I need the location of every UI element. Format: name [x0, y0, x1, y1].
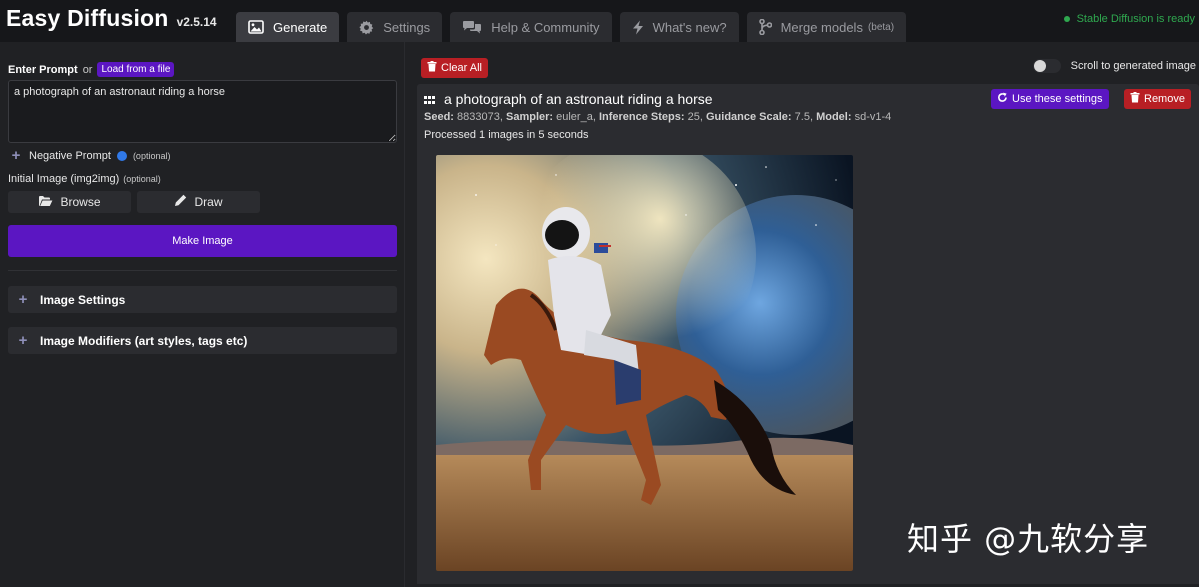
results-panel: Clear All Scroll to generated image a ph… — [406, 42, 1199, 587]
brand: Easy Diffusion v2.5.14 — [6, 5, 217, 32]
guidance-value: 7.5 — [794, 111, 810, 123]
sampler-label: Sampler: — [505, 111, 554, 123]
scroll-toggle[interactable] — [1032, 59, 1061, 73]
tab-bar: Generate Settings Help & Community What'… — [236, 12, 907, 42]
bolt-icon — [632, 20, 644, 35]
use-these-settings-button[interactable]: Use these settings — [991, 89, 1109, 109]
plus-icon: + — [18, 331, 28, 349]
result-card: a photograph of an astronaut riding a ho… — [417, 84, 1199, 584]
image-settings-label: Image Settings — [40, 292, 126, 307]
remove-button[interactable]: Remove — [1124, 89, 1191, 109]
browse-button[interactable]: Browse — [8, 191, 131, 213]
tab-label: Generate — [273, 19, 328, 35]
tab-label: What's new? — [652, 19, 727, 35]
steps-label: Inference Steps: — [598, 111, 685, 123]
seed-label: Seed: — [424, 111, 454, 123]
negative-prompt-toggle[interactable]: + Negative Prompt (optional) — [9, 147, 171, 164]
initial-image-buttons: Browse Draw — [8, 191, 260, 213]
clear-all-button[interactable]: Clear All — [421, 58, 488, 78]
redo-icon — [997, 92, 1008, 106]
optional-tag: (optional) — [123, 174, 161, 184]
divider — [8, 270, 397, 271]
tab-whats-new[interactable]: What's new? — [619, 12, 739, 42]
tab-settings[interactable]: Settings — [347, 12, 443, 42]
folder-open-icon — [38, 195, 53, 210]
draw-label: Draw — [194, 195, 223, 209]
initial-image-label: Initial Image (img2img) — [8, 173, 120, 185]
plus-icon: + — [18, 290, 28, 308]
status-text: Stable Diffusion is ready — [1076, 13, 1195, 25]
info-icon[interactable] — [116, 151, 127, 161]
tab-label: Merge models — [780, 19, 863, 35]
remove-label: Remove — [1144, 93, 1185, 105]
trash-icon — [427, 61, 437, 75]
image-modifiers-section[interactable]: + Image Modifiers (art styles, tags etc) — [8, 327, 397, 354]
pencil-icon — [174, 194, 187, 210]
top-bar: Easy Diffusion v2.5.14 Generate Settings… — [0, 0, 1199, 42]
prompt-input[interactable] — [8, 80, 397, 143]
browse-label: Browse — [60, 195, 101, 209]
guidance-label: Guidance Scale: — [705, 111, 792, 123]
clear-all-label: Clear All — [441, 62, 482, 74]
tab-merge-models[interactable]: Merge models (beta) — [746, 12, 907, 42]
steps-value: 25 — [687, 111, 700, 123]
seed-value: 8833073 — [457, 111, 500, 123]
optional-tag: (optional) — [132, 151, 171, 161]
generated-image[interactable] — [436, 155, 853, 571]
toggle-knob — [1033, 60, 1046, 72]
grid-icon[interactable] — [424, 91, 435, 107]
model-value: sd-v1-4 — [854, 111, 892, 123]
load-from-file-button[interactable]: Load from a file — [97, 62, 175, 77]
tab-label: Help & Community — [491, 19, 600, 35]
prompt-header: Enter Prompt or Load from a file — [8, 62, 175, 77]
model-label: Model: — [816, 111, 852, 123]
watermark-text: 知乎 @九软分享 — [907, 520, 1150, 558]
scroll-label: Scroll to generated image — [1070, 60, 1196, 72]
trash-icon — [1130, 92, 1140, 106]
image-settings-section[interactable]: + Image Settings — [8, 286, 397, 313]
merge-icon — [758, 19, 772, 35]
sampler-value: euler_a — [556, 111, 593, 123]
negative-prompt-label: Negative Prompt — [29, 150, 111, 162]
image-icon — [248, 20, 264, 34]
or-text: or — [82, 63, 93, 76]
result-header: a photograph of an astronaut riding a ho… — [424, 91, 713, 107]
editor-panel: Enter Prompt or Load from a file + Negat… — [0, 42, 405, 587]
processed-info: Processed 1 images in 5 seconds — [424, 129, 589, 141]
generation-metadata: Seed: 8833073, Sampler: euler_a, Inferen… — [424, 111, 892, 123]
prompt-label: Enter Prompt — [8, 63, 78, 76]
gear-icon — [359, 20, 374, 35]
draw-button[interactable]: Draw — [137, 191, 260, 213]
beta-badge: (beta) — [867, 21, 895, 33]
tab-help-community[interactable]: Help & Community — [450, 12, 612, 42]
app-version: v2.5.14 — [176, 15, 217, 29]
tab-generate[interactable]: Generate — [236, 12, 340, 42]
scroll-to-image-option: Scroll to generated image — [1032, 59, 1196, 73]
tab-label: Settings — [383, 19, 431, 35]
initial-image-row: Initial Image (img2img) (optional) — [8, 173, 161, 185]
use-settings-label: Use these settings — [1012, 93, 1103, 105]
app-title: Easy Diffusion — [6, 5, 169, 31]
plus-icon: + — [11, 147, 21, 164]
status-indicator: Stable Diffusion is ready — [1063, 13, 1195, 25]
status-dot-icon — [1063, 16, 1070, 22]
image-modifiers-label: Image Modifiers (art styles, tags etc) — [40, 333, 248, 348]
comments-icon — [462, 20, 482, 35]
make-image-button[interactable]: Make Image — [8, 225, 397, 257]
result-prompt-title: a photograph of an astronaut riding a ho… — [444, 91, 713, 107]
